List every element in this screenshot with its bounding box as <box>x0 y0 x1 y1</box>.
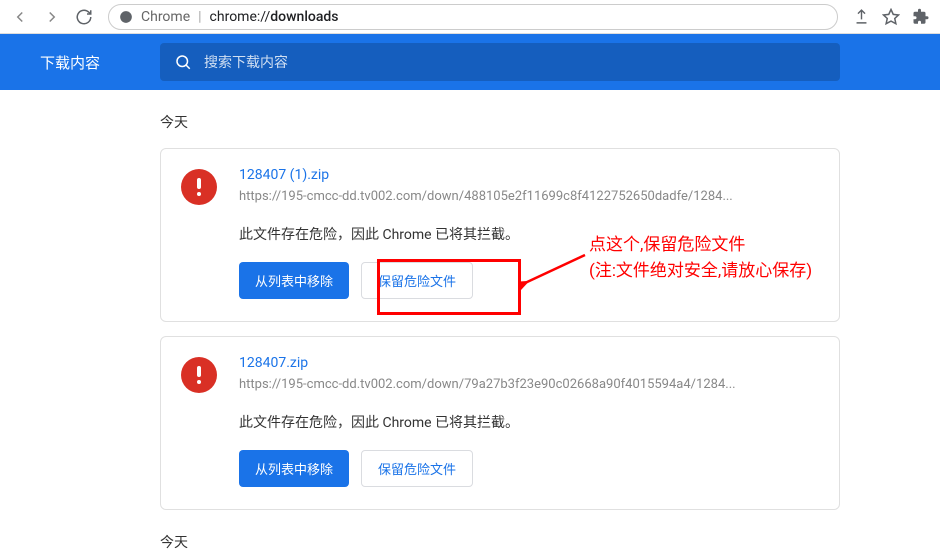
date-section-label: 今天 <box>160 112 940 132</box>
content-area: 今天 128407 (1).zip https://195-cmcc-dd.tv… <box>0 112 940 552</box>
reload-button[interactable] <box>72 5 96 29</box>
download-card: 128407 (1).zip https://195-cmcc-dd.tv002… <box>160 148 840 322</box>
url-prefix: Chrome <box>141 9 190 25</box>
annotation-highlight-box <box>377 259 521 315</box>
page-title: 下载内容 <box>0 52 160 73</box>
page-header: 下载内容 <box>0 34 940 90</box>
bookmark-icon[interactable] <box>880 6 902 28</box>
date-section-label: 今天 <box>160 532 940 552</box>
remove-from-list-button[interactable]: 从列表中移除 <box>239 262 349 299</box>
site-info-icon <box>119 10 133 24</box>
search-input[interactable] <box>204 54 826 70</box>
browser-toolbar: Chrome | chrome://downloads <box>0 0 940 34</box>
remove-from-list-button[interactable]: 从列表中移除 <box>239 450 349 487</box>
download-card: 128407.zip https://195-cmcc-dd.tv002.com… <box>160 336 840 510</box>
share-icon[interactable] <box>850 6 872 28</box>
url-scheme: chrome:// <box>210 9 271 25</box>
back-button[interactable] <box>8 5 32 29</box>
address-bar[interactable]: Chrome | chrome://downloads <box>108 4 838 30</box>
url-divider: | <box>198 9 201 25</box>
download-filename[interactable]: 128407.zip <box>239 355 819 371</box>
search-bar[interactable] <box>160 43 840 81</box>
url-path: downloads <box>270 9 338 25</box>
download-url: https://195-cmcc-dd.tv002.com/down/48810… <box>239 189 819 204</box>
download-warning-text: 此文件存在危险，因此 Chrome 已将其拦截。 <box>239 412 819 432</box>
warning-icon <box>181 357 217 393</box>
forward-button[interactable] <box>40 5 64 29</box>
download-filename[interactable]: 128407 (1).zip <box>239 167 819 183</box>
search-icon <box>174 53 192 71</box>
keep-dangerous-file-button[interactable]: 保留危险文件 <box>361 450 473 487</box>
download-url: https://195-cmcc-dd.tv002.com/down/79a27… <box>239 377 819 392</box>
extensions-icon[interactable] <box>910 6 932 28</box>
annotation-text: 点这个,保留危险文件 (注:文件绝对安全,请放心保存) <box>589 233 812 284</box>
annotation-arrow <box>519 249 589 293</box>
warning-icon <box>181 169 217 205</box>
